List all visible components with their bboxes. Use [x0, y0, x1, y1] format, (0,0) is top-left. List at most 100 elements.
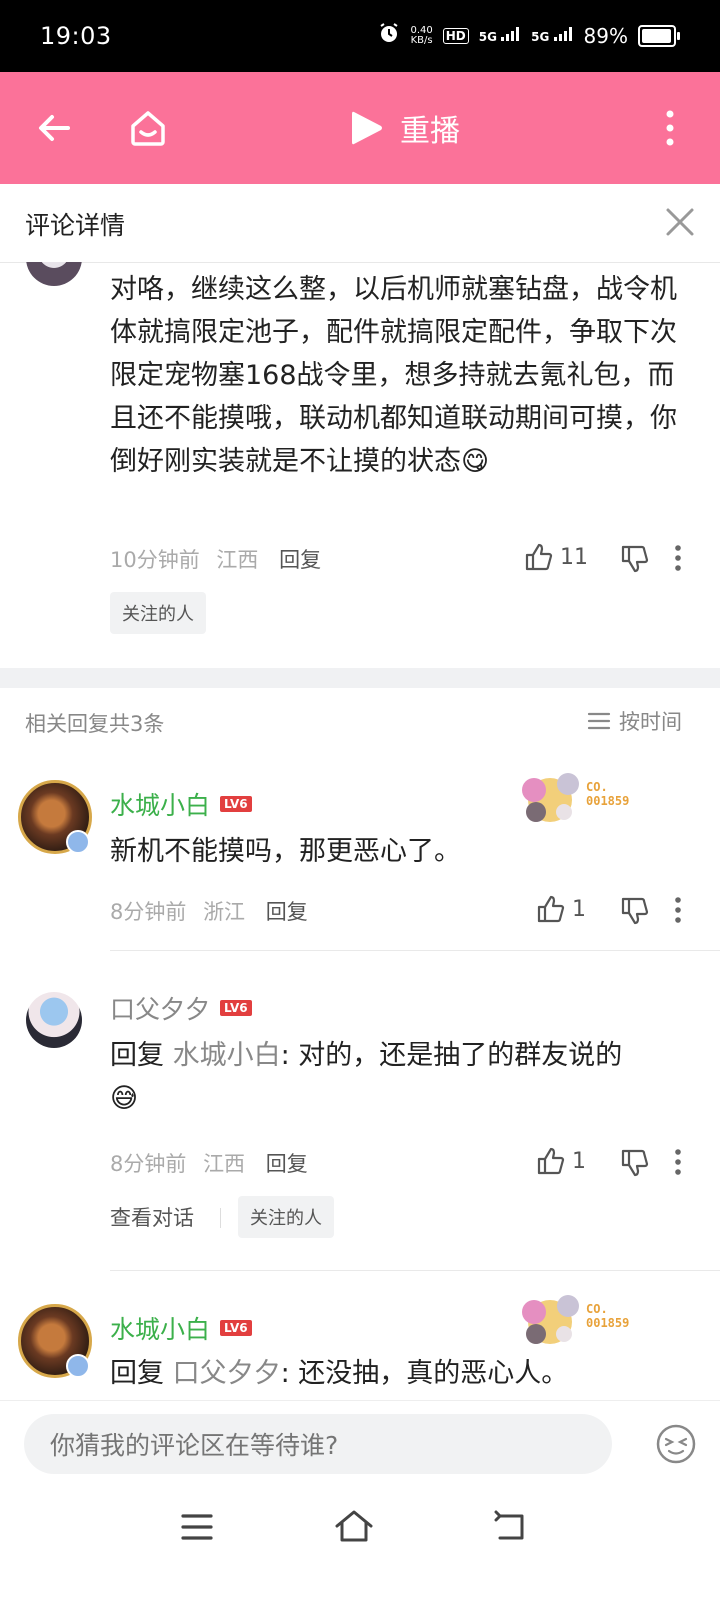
signal-5g-2: 5G [531, 27, 573, 44]
view-conversation-link[interactable]: 查看对话 [110, 1202, 194, 1232]
sort-label: 按时间 [619, 710, 682, 734]
main-comment-text: 对咯，继续这么整，以后机师就塞钻盘，战令机体就搞限定池子，配件就搞限定配件，争取… [110, 268, 690, 483]
section-separator [0, 668, 720, 688]
divider [110, 1270, 720, 1271]
comment-text: 对咯，继续这么整，以后机师就塞钻盘，战令机体就搞限定池子，配件就搞限定配件，争取… [110, 274, 677, 477]
page-title: 评论详情 [25, 211, 126, 240]
yum-emoji: 😋 [461, 446, 490, 477]
reply-to-username[interactable]: 口父夕夕 [173, 1358, 281, 1389]
more-options-icon[interactable] [674, 896, 682, 924]
fan-badge-number: CO. 001859 [586, 1302, 630, 1330]
thumbs-down-icon[interactable] [620, 896, 650, 926]
reply-button[interactable]: 回复 [266, 900, 308, 924]
following-tag: 关注的人 [238, 1196, 334, 1238]
like-count: 11 [560, 544, 588, 570]
speed-unit: KB/s [410, 34, 433, 46]
username[interactable]: 水城小白 [110, 1310, 210, 1346]
level-badge: LV6 [220, 1320, 252, 1336]
reply-button[interactable]: 回复 [279, 548, 321, 572]
comment-time: 10分钟前 [110, 548, 200, 572]
reply-text: 回复 口父夕夕: 还没抽，真的恶心人。 [110, 1352, 690, 1395]
comment-location: 江西 [216, 548, 259, 572]
reply-body: : 还没抽，真的恶心人。 [280, 1358, 569, 1389]
divider [220, 1208, 221, 1228]
comment-input-wrapper [24, 1414, 612, 1476]
menu-icon[interactable] [180, 1512, 214, 1542]
more-options-icon[interactable] [674, 544, 682, 572]
sweat-smile-emoji: 😅 [110, 1083, 139, 1114]
avatar[interactable] [26, 262, 82, 286]
home-button[interactable] [120, 100, 176, 156]
reply-time: 8分钟前 [110, 900, 187, 924]
like-button[interactable]: 11 [524, 542, 588, 572]
thumbs-down-icon[interactable] [620, 1148, 650, 1178]
username[interactable]: 水城小白 [110, 786, 210, 822]
reply-time: 8分钟前 [110, 1152, 187, 1176]
reply-author: 口父夕夕 LV6 [110, 990, 252, 1026]
comment-input-bar [0, 1400, 720, 1487]
replay-button[interactable]: 重播 [350, 106, 460, 150]
battery-icon [638, 24, 680, 47]
comment-input[interactable] [48, 1414, 592, 1476]
reply-to-username[interactable]: 水城小白 [173, 1040, 281, 1071]
thumbs-up-icon [537, 895, 565, 923]
speed-value: 0.40 [410, 24, 433, 36]
reply-meta: 8分钟前 浙江 回复 [110, 896, 308, 926]
more-options-icon[interactable] [674, 1148, 682, 1176]
top-app-bar: 重播 [0, 72, 720, 184]
reply-author: 水城小白 LV6 [110, 1310, 252, 1346]
avatar[interactable] [26, 992, 82, 1048]
thumbs-up-icon [537, 1147, 565, 1175]
reply-button[interactable]: 回复 [266, 1152, 308, 1176]
username[interactable]: 口父夕夕 [110, 990, 210, 1026]
back-button[interactable] [26, 100, 82, 156]
thumbs-up-icon [525, 543, 553, 571]
signal-5g-1: 5G [479, 27, 521, 44]
system-nav-bar [0, 1486, 720, 1600]
reply-location: 浙江 [203, 900, 246, 924]
verified-badge-icon [66, 830, 90, 854]
level-badge: LV6 [220, 796, 252, 812]
main-comment-meta: 10分钟前 江西 回复 [110, 544, 321, 574]
more-menu-button[interactable] [642, 100, 698, 156]
divider [110, 950, 720, 951]
like-button[interactable]: 1 [536, 1146, 586, 1176]
reply-text: 回复 水城小白: 对的，还是抽了的群友说的 😅 [110, 1034, 690, 1120]
reply-body: : 对的，还是抽了的群友说的 [280, 1040, 623, 1071]
reply-meta: 8分钟前 江西 回复 [110, 1148, 308, 1178]
fan-badge: CO. 001859 [512, 762, 629, 826]
status-bar: 19:03 0.40 KB/s HD 5G 5G 89% [0, 0, 720, 72]
sort-by-time-button[interactable]: 按时间 [587, 706, 682, 736]
reply-location: 江西 [203, 1152, 246, 1176]
status-icons: 0.40 KB/s HD 5G 5G 89% [378, 22, 680, 49]
level-badge: LV6 [220, 1000, 252, 1016]
thumbs-down-icon[interactable] [620, 544, 650, 574]
following-tag: 关注的人 [110, 592, 206, 634]
home-face-icon [131, 111, 165, 146]
play-icon [352, 111, 382, 145]
like-count: 1 [572, 1148, 586, 1174]
reply-prefix: 回复 [110, 1040, 164, 1071]
reply-prefix: 回复 [110, 1358, 164, 1389]
verified-badge-icon [66, 1354, 90, 1378]
reply-author: 水城小白 LV6 [110, 786, 252, 822]
fan-badge-image [522, 773, 579, 822]
fan-badge-image [522, 1295, 579, 1344]
home-icon[interactable] [334, 1508, 374, 1544]
alarm-icon [378, 22, 400, 49]
comment-detail-header: 评论详情 [0, 184, 720, 263]
emoji-icon[interactable] [654, 1422, 698, 1466]
network-speed: 0.40 KB/s [410, 24, 433, 46]
close-icon[interactable] [660, 202, 700, 242]
fan-badge-number: CO. 001859 [586, 780, 630, 808]
fan-badge: CO. 001859 [512, 1284, 629, 1348]
reply-text: 新机不能摸吗，那更恶心了。 [110, 836, 461, 867]
hd-icon: HD [442, 27, 469, 44]
battery-percent: 89% [583, 23, 628, 48]
sort-icon [587, 712, 611, 730]
like-count: 1 [572, 896, 586, 922]
back-nav-icon[interactable] [492, 1510, 528, 1542]
like-button[interactable]: 1 [536, 894, 586, 924]
back-arrow-icon [39, 115, 70, 141]
replies-count: 相关回复共3条 [25, 712, 165, 736]
